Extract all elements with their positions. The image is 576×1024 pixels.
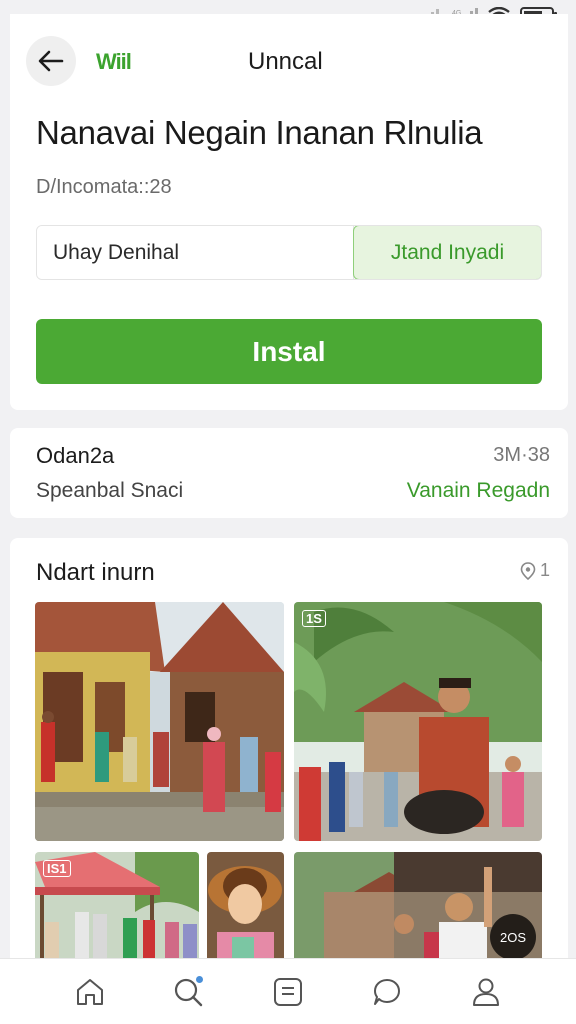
header-title: Unncal [248, 48, 323, 75]
back-button[interactable] [26, 36, 76, 86]
gallery-count-value: 1 [539, 560, 550, 580]
info-size: 3M·38 [493, 444, 550, 466]
bottom-nav [0, 958, 576, 1024]
nav-home[interactable] [68, 970, 112, 1014]
home-icon [76, 978, 103, 1005]
gallery-count: 1 [520, 560, 550, 581]
profile-icon [473, 978, 500, 1006]
nav-profile[interactable] [464, 970, 508, 1014]
photo-palm-house[interactable]: 1S [294, 602, 542, 841]
photo-child-hat[interactable] [207, 852, 284, 968]
nav-search[interactable] [167, 970, 211, 1014]
photo-village-houses[interactable] [35, 602, 284, 841]
location-pin-icon [520, 561, 536, 580]
photo-street-crowd[interactable]: 2OS [294, 852, 542, 968]
info-subtitle: Speanbal Snaci [36, 479, 184, 502]
arrow-left-icon [38, 50, 64, 72]
nav-apps[interactable] [266, 970, 310, 1014]
app-meta: D/Incomata::28 [36, 176, 172, 198]
notification-dot [195, 975, 203, 983]
app-name: Nanavai Negain Inanan Rlnulia [36, 114, 483, 151]
info-title: Odan2a [36, 443, 115, 468]
install-button[interactable]: Instal [36, 319, 542, 384]
brand-logo: Wiil [96, 49, 132, 74]
info-link[interactable]: Vanain Regadn [407, 479, 550, 503]
gallery-title: Ndart inurn [36, 559, 155, 586]
info-card[interactable]: Odan2a 3M·38 Speanbal Snaci Vanain Regad… [10, 428, 568, 518]
app-header-card: Wiil Unncal Nanavai Negain Inanan Rlnuli… [10, 14, 568, 410]
photo-tag: 1S [302, 610, 326, 627]
option-toggle: Uhay Denihal Jtand Inyadi [36, 225, 542, 280]
apps-icon [273, 977, 302, 1006]
photo-market-tent[interactable]: IS1 [35, 852, 199, 968]
photo-badge: 2OS [490, 914, 536, 960]
photo-tag: IS1 [43, 860, 71, 877]
option-left[interactable]: Uhay Denihal [37, 226, 354, 279]
nav-chat[interactable] [365, 970, 409, 1014]
gallery-card: Ndart inurn 1 1S IS1 2OS [10, 538, 568, 968]
chat-icon [374, 978, 401, 1005]
option-right-selected[interactable]: Jtand Inyadi [353, 226, 541, 279]
